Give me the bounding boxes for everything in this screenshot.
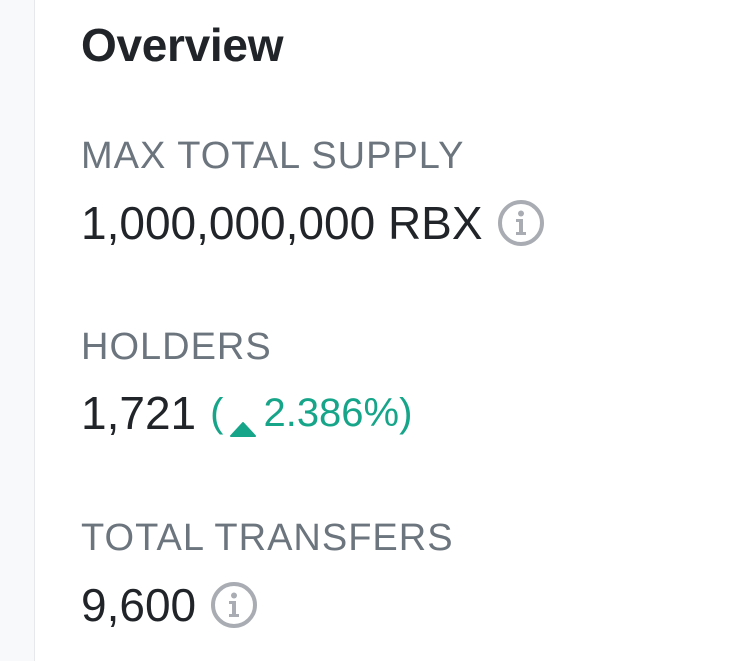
max-total-supply-section: MAX TOTAL SUPPLY 1,000,000,000 RBX [81, 137, 545, 247]
overview-card: Overview MAX TOTAL SUPPLY 1,000,000,000 … [34, 0, 748, 661]
holders-row: 1,721 ( 2.386% ) [81, 387, 413, 439]
change-open-paren: ( [210, 391, 224, 435]
holders-change: ( 2.386% ) [210, 391, 413, 437]
info-icon[interactable] [210, 581, 258, 629]
caret-up-icon [229, 404, 257, 437]
total-transfers-label: TOTAL TRANSFERS [81, 517, 454, 559]
total-transfers-value: 9,600 [81, 579, 197, 631]
max-total-supply-row: 1,000,000,000 RBX [81, 199, 545, 247]
max-total-supply-value: 1,000,000,000 RBX [81, 197, 483, 249]
holders-value: 1,721 [81, 387, 197, 439]
change-close-paren: ) [399, 391, 413, 435]
total-transfers-row: 9,600 [81, 581, 454, 629]
info-icon[interactable] [497, 199, 545, 247]
total-transfers-section: TOTAL TRANSFERS 9,600 [81, 519, 454, 629]
page: Overview MAX TOTAL SUPPLY 1,000,000,000 … [0, 0, 748, 661]
holders-section: HOLDERS 1,721 ( 2.386% ) [81, 326, 413, 439]
max-total-supply-label: MAX TOTAL SUPPLY [81, 135, 465, 177]
holders-label: HOLDERS [81, 326, 272, 368]
card-title: Overview [81, 19, 284, 71]
holders-change-value: 2.386% [263, 391, 400, 435]
